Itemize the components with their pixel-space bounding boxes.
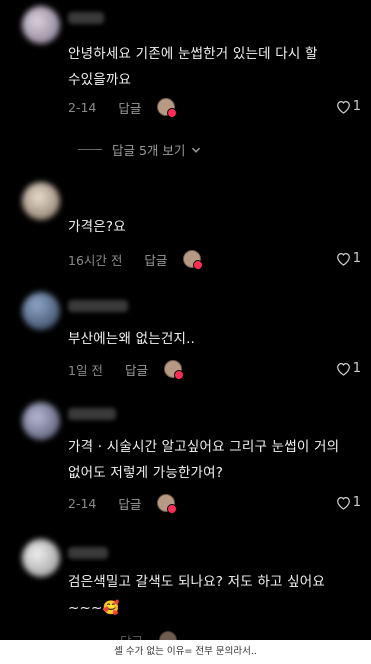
comment-meta: 답글: [68, 631, 178, 641]
comments-screen: 안녕하세요 기존에 눈썹한거 있는데 다시 할 수있을까요 2-14 답글 1 …: [0, 0, 371, 640]
heart-outline-icon: [336, 100, 350, 114]
comment-text: 부산에는왜 없는건지..: [68, 331, 196, 347]
avatar[interactable]: [22, 182, 60, 220]
like-count: 1: [352, 251, 361, 266]
view-replies-button[interactable]: 답글 5개 보기: [78, 140, 201, 159]
like-count: 1: [352, 361, 361, 376]
username-blurred[interactable]: [68, 547, 108, 559]
comment-meta: 2-14 답글: [68, 494, 178, 514]
reply-button[interactable]: 답글: [118, 98, 141, 117]
comment-text: 안녕하세요 기존에 눈썹한거 있는데 다시 할 수있을까요: [68, 46, 323, 88]
heart-outline-icon: [336, 362, 350, 376]
comment-meta: 1일 전 답글: [68, 360, 184, 380]
creator-liked-avatar-icon: [157, 98, 178, 118]
comment-meta: 2-14 답글: [68, 98, 178, 118]
creator-liked-avatar-icon: [159, 631, 178, 640]
comment-text: 가격은?요: [68, 219, 126, 235]
reply-button[interactable]: 답글: [118, 494, 141, 513]
view-replies-label: 답글 5개 보기: [112, 143, 186, 158]
comment-time: 2-14: [68, 495, 97, 511]
image-caption: 셀 수가 없는 이유= 전부 문의라서..: [114, 646, 257, 657]
avatar[interactable]: [22, 292, 60, 330]
heart-outline-icon: [336, 252, 350, 266]
like-button[interactable]: 1: [335, 361, 361, 376]
like-count: 1: [352, 99, 361, 114]
like-button[interactable]: 1: [335, 99, 361, 114]
comment-text: 검은색밀고 갈색도 되나요? 저도 하고 싶어요 ~~~🥰: [68, 574, 330, 616]
comment-time: 16시간 전: [68, 252, 123, 268]
reply-button[interactable]: 답글: [120, 631, 143, 641]
like-count: 1: [352, 495, 361, 510]
avatar[interactable]: [22, 6, 60, 44]
comment-time: 2-14: [68, 99, 97, 115]
like-button[interactable]: 1: [335, 495, 361, 510]
creator-liked-avatar-icon: [163, 360, 184, 380]
divider-line: [78, 149, 102, 150]
reply-button[interactable]: 답글: [125, 360, 148, 379]
avatar[interactable]: [22, 539, 60, 577]
avatar[interactable]: [22, 402, 60, 440]
comment-meta: 16시간 전 답글: [68, 250, 204, 270]
username-blurred[interactable]: [68, 408, 116, 420]
comment-text: 가격 · 시술시간 알고싶어요 그리구 눈썹이 거의 없어도 저렇게 가능한가여…: [68, 439, 344, 481]
like-button[interactable]: 1: [335, 251, 361, 266]
heart-outline-icon: [336, 496, 350, 510]
reply-button[interactable]: 답글: [144, 250, 167, 269]
creator-liked-avatar-icon: [183, 250, 204, 270]
creator-liked-avatar-icon: [157, 494, 178, 514]
comment-time: 1일 전: [68, 362, 103, 378]
username-blurred[interactable]: [68, 12, 104, 24]
chevron-down-icon: [192, 147, 201, 153]
username-blurred[interactable]: [68, 300, 128, 312]
